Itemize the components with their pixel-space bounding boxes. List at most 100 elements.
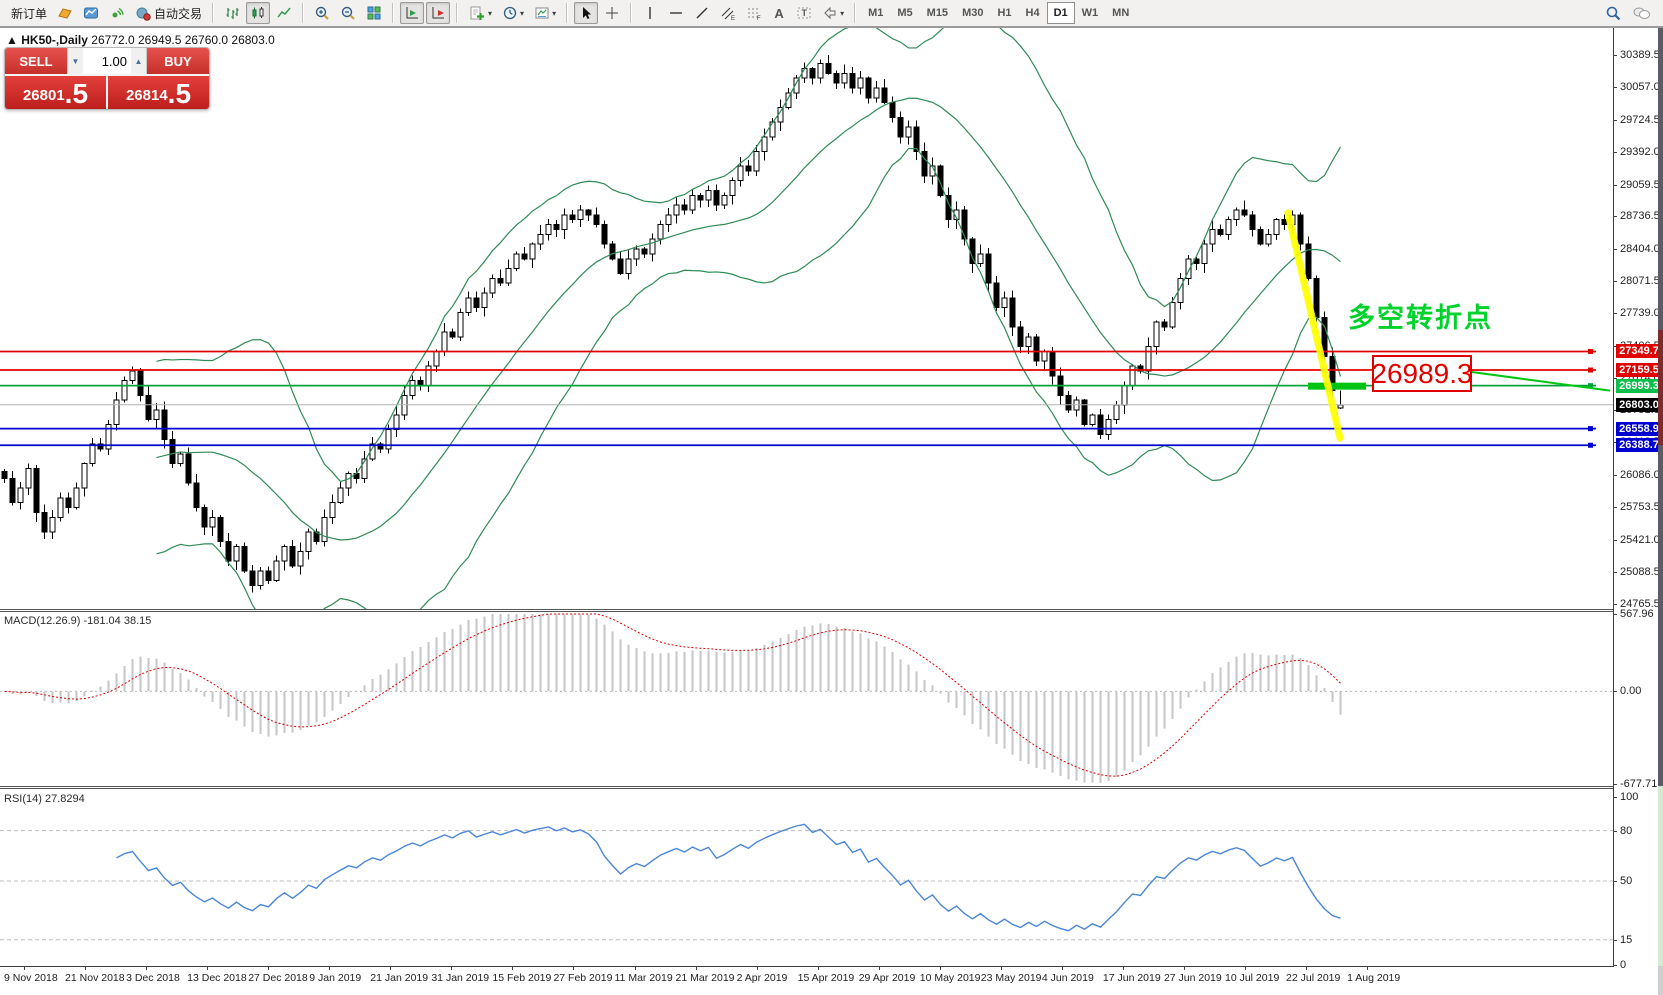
chart-shift-icon: [430, 5, 446, 21]
rsi-tick-label: 80: [1620, 825, 1632, 837]
bar-chart-button[interactable]: [220, 2, 244, 24]
equidistant-channel-button[interactable]: E: [716, 2, 740, 24]
search-icon: [1605, 5, 1622, 22]
new-chart-icon: [83, 5, 99, 21]
date-tick-mark: [573, 966, 574, 970]
buy-price[interactable]: 26814.5: [108, 76, 209, 109]
sell-price-frac: .5: [65, 80, 88, 108]
date-label: 22 Jul 2019: [1286, 972, 1340, 984]
volume-down-button[interactable]: ▼: [68, 48, 83, 74]
date-label: 1 Aug 2019: [1347, 972, 1400, 984]
timeframe-button-m15[interactable]: M15: [920, 2, 955, 24]
rsi-tick-mark: [1613, 797, 1617, 798]
buy-price-main: 26814: [126, 84, 168, 108]
volume-up-button[interactable]: ▲: [131, 48, 146, 74]
date-label: 3 Dec 2018: [126, 972, 180, 984]
new-order-button[interactable]: 新订单: [7, 2, 51, 24]
zoom-out-button[interactable]: [336, 2, 360, 24]
timeframe-button-m30[interactable]: M30: [955, 2, 990, 24]
date-label: 29 Apr 2019: [859, 972, 916, 984]
text-icon: A: [774, 6, 783, 21]
fibonacci-button[interactable]: F: [742, 2, 766, 24]
date-label: 21 Jan 2019: [370, 972, 428, 984]
tile-windows-button[interactable]: [362, 2, 386, 24]
date-tick-mark: [1367, 966, 1368, 970]
date-label: 27 Feb 2019: [553, 972, 612, 984]
date-tick-mark: [390, 966, 391, 970]
vertical-line-button[interactable]: [638, 2, 662, 24]
rsi-tick-label: 100: [1620, 791, 1638, 803]
buy-button[interactable]: BUY: [147, 48, 209, 74]
timeframe-button-m5[interactable]: M5: [890, 2, 919, 24]
svg-text:T: T: [802, 8, 808, 18]
new-chart-button[interactable]: [79, 2, 103, 24]
rsi-indicator-panel[interactable]: [0, 790, 1613, 967]
trendline-button[interactable]: [690, 2, 714, 24]
candlestick-chart-button[interactable]: [246, 2, 270, 24]
ticket-icon-button[interactable]: [53, 2, 77, 24]
rsi-tick-label: 15: [1620, 934, 1632, 946]
autotrading-label: 自动交易: [154, 5, 202, 22]
chat-button[interactable]: [1628, 2, 1656, 24]
autotrading-button[interactable]: 自动交易: [131, 2, 206, 24]
sell-price-main: 26801: [23, 84, 65, 108]
price-tick-label: 29724.5: [1620, 114, 1660, 126]
timeframe-button-d1[interactable]: D1: [1047, 2, 1075, 24]
volume-input[interactable]: [83, 53, 131, 70]
chart-shift-button[interactable]: [426, 2, 450, 24]
line-chart-button[interactable]: [272, 2, 296, 24]
text-button[interactable]: A: [768, 2, 790, 24]
templates-button[interactable]: ▾: [530, 2, 560, 24]
time-axis-border: [0, 966, 1614, 967]
date-tick-mark: [451, 966, 452, 970]
signals-button[interactable]: [105, 2, 129, 24]
price-tick-label: 28404.0: [1620, 243, 1660, 255]
price-callout-box[interactable]: 26989.3: [1372, 355, 1472, 392]
timeframe-button-w1[interactable]: W1: [1075, 2, 1106, 24]
macd-indicator-panel[interactable]: [0, 612, 1613, 786]
date-label: 10 Jul 2019: [1225, 972, 1279, 984]
indicators-button[interactable]: ▾: [464, 2, 496, 24]
crosshair-button[interactable]: [600, 2, 624, 24]
svg-text:E: E: [731, 16, 735, 21]
price-tick-label: 25753.5: [1620, 501, 1660, 513]
date-tick-mark: [818, 966, 819, 970]
zoom-in-button[interactable]: [310, 2, 334, 24]
main-macd-separator[interactable]: [0, 609, 1613, 612]
auto-scroll-button[interactable]: [400, 2, 424, 24]
price-tick-label: 25088.5: [1620, 566, 1660, 578]
horizontal-line-icon: [668, 5, 684, 21]
edge-strip: [1658, 966, 1663, 995]
timeframe-button-m1[interactable]: M1: [861, 2, 890, 24]
turning-point-annotation[interactable]: 多空转折点: [1348, 296, 1493, 335]
cursor-button[interactable]: [574, 2, 598, 24]
price-tick-mark: [1613, 281, 1617, 282]
arrows-button[interactable]: ▾: [818, 2, 848, 24]
sell-button[interactable]: SELL: [5, 48, 67, 74]
date-tick-mark: [207, 966, 208, 970]
zoom-in-icon: [314, 5, 330, 21]
timeframe-button-h1[interactable]: H1: [990, 2, 1018, 24]
collapse-marker-icon[interactable]: ▲: [6, 33, 18, 47]
timeframe-button-h4[interactable]: H4: [1019, 2, 1047, 24]
date-tick-mark: [1184, 966, 1185, 970]
date-tick-mark: [696, 966, 697, 970]
text-label-button[interactable]: T: [792, 2, 816, 24]
indicators-icon: [468, 5, 486, 21]
one-click-trade-panel: SELL ▼ ▲ BUY 26801.5 26814.5: [4, 47, 210, 110]
timeframe-button-mn[interactable]: MN: [1105, 2, 1136, 24]
price-axis-flag: 26803.0: [1616, 398, 1662, 412]
rsi-tick-mark: [1613, 940, 1617, 941]
ticket-icon: [57, 5, 73, 21]
templates-icon: [534, 5, 550, 21]
rsi-tick-mark: [1613, 831, 1617, 832]
price-tick-mark: [1613, 120, 1617, 121]
search-button[interactable]: [1601, 2, 1626, 24]
macd-rsi-separator[interactable]: [0, 786, 1613, 789]
date-tick-mark: [512, 966, 513, 970]
sell-price[interactable]: 26801.5: [5, 76, 106, 109]
rsi-tick-label: 0: [1620, 959, 1626, 971]
horizontal-line-button[interactable]: [664, 2, 688, 24]
toolbar-separator: [212, 3, 214, 23]
periods-button[interactable]: ▾: [498, 2, 528, 24]
